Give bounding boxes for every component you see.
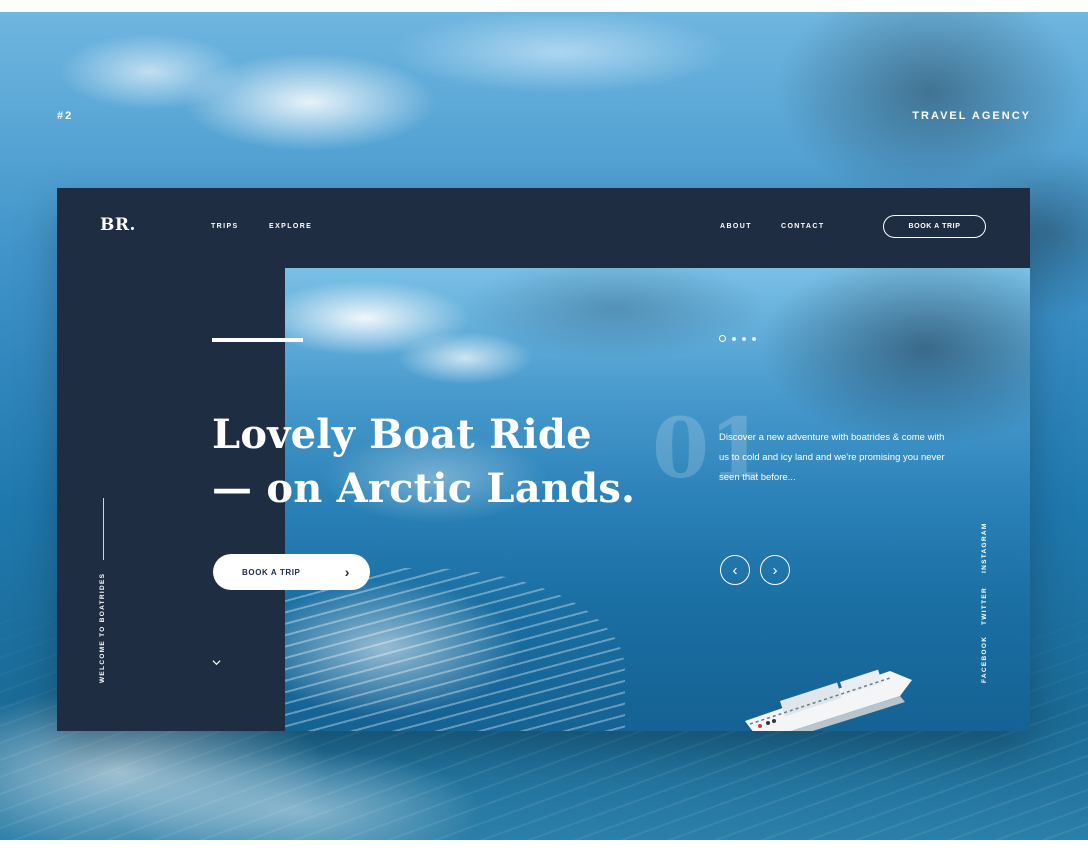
slider-dot-2[interactable] — [732, 336, 736, 341]
page-number: #2 — [57, 110, 74, 122]
hero-headline: Lovely Boat Ride — on Arctic Lands. — [212, 408, 635, 516]
website-card: BR. TRIPS EXPLORE ABOUT CONTACT BOOK A T… — [57, 188, 1030, 731]
navbar: BR. TRIPS EXPLORE ABOUT CONTACT BOOK A T… — [57, 188, 1030, 268]
page-category: TRAVEL AGENCY — [912, 110, 1031, 122]
slider-dot-1[interactable] — [719, 335, 726, 342]
nav-book-trip-button[interactable]: BOOK A TRIP — [883, 215, 986, 238]
boat-image — [745, 669, 912, 731]
social-link-facebook[interactable]: FACEBOOK — [981, 636, 988, 683]
book-trip-label: BOOK A TRIP — [242, 567, 301, 577]
headline-line-1: Lovely Boat Ride — [212, 411, 592, 458]
chevron-down-icon[interactable] — [212, 658, 221, 667]
hero-description: Discover a new adventure with boatrides … — [719, 432, 945, 483]
prev-slide-button[interactable]: ‹ — [720, 555, 750, 585]
chevron-right-icon: › — [772, 561, 778, 579]
nav-link-contact[interactable]: CONTACT — [781, 223, 825, 230]
headline-accent-line — [212, 338, 303, 342]
headline-line-2: — on Arctic Lands. — [212, 465, 636, 512]
slider-dot-4[interactable] — [752, 336, 756, 341]
chevron-left-icon: ‹ — [732, 561, 738, 579]
slider-dot-3[interactable] — [742, 336, 746, 341]
social-link-instagram[interactable]: INSTAGRAM — [981, 522, 988, 573]
nav-link-about[interactable]: ABOUT — [720, 223, 752, 230]
side-divider — [103, 498, 104, 560]
logo[interactable]: BR. — [100, 215, 136, 235]
book-trip-button[interactable]: BOOK A TRIP › — [213, 554, 370, 590]
chevron-right-icon: › — [344, 564, 350, 580]
slider-dots — [719, 335, 756, 342]
nav-link-trips[interactable]: TRIPS — [211, 223, 239, 230]
next-slide-button[interactable]: › — [760, 555, 790, 585]
social-link-twitter[interactable]: TWITTER — [981, 587, 988, 625]
welcome-label: WELCOME TO BOATRIDES — [99, 572, 106, 683]
nav-link-explore[interactable]: EXPLORE — [269, 223, 312, 230]
